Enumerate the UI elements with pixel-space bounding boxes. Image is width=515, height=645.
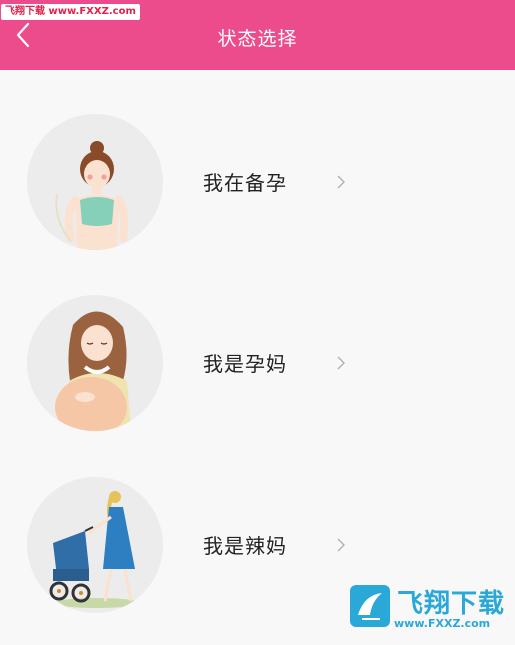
- status-option-pregnant[interactable]: 我是孕妈: [0, 288, 515, 438]
- mom-with-stroller-illustration: [27, 477, 163, 613]
- watermark-url: www.FXXZ.com: [394, 617, 491, 630]
- chevron-right-icon: [337, 538, 345, 552]
- watermark-text: 飞翔下载: [397, 589, 506, 619]
- option-label: 我在备孕: [203, 171, 287, 195]
- app-header: 飞翔下载 www.FXXZ.com 状态选择: [0, 0, 515, 70]
- chevron-right-icon: [337, 175, 345, 189]
- page-title: 状态选择: [217, 28, 298, 50]
- status-option-preparing[interactable]: 我在备孕: [0, 107, 515, 257]
- watermark-logo: 飞翔下载 www.FXXZ.com: [347, 583, 507, 637]
- watermark-top: 飞翔下载 www.FXXZ.com: [1, 4, 140, 20]
- option-label: 我是辣妈: [203, 534, 287, 558]
- pregnant-woman-illustration: [27, 295, 163, 431]
- chevron-right-icon: [337, 356, 345, 370]
- option-label: 我是孕妈: [203, 352, 287, 376]
- fxxz-logo-icon: [350, 585, 390, 627]
- fitness-woman-illustration: [27, 114, 163, 250]
